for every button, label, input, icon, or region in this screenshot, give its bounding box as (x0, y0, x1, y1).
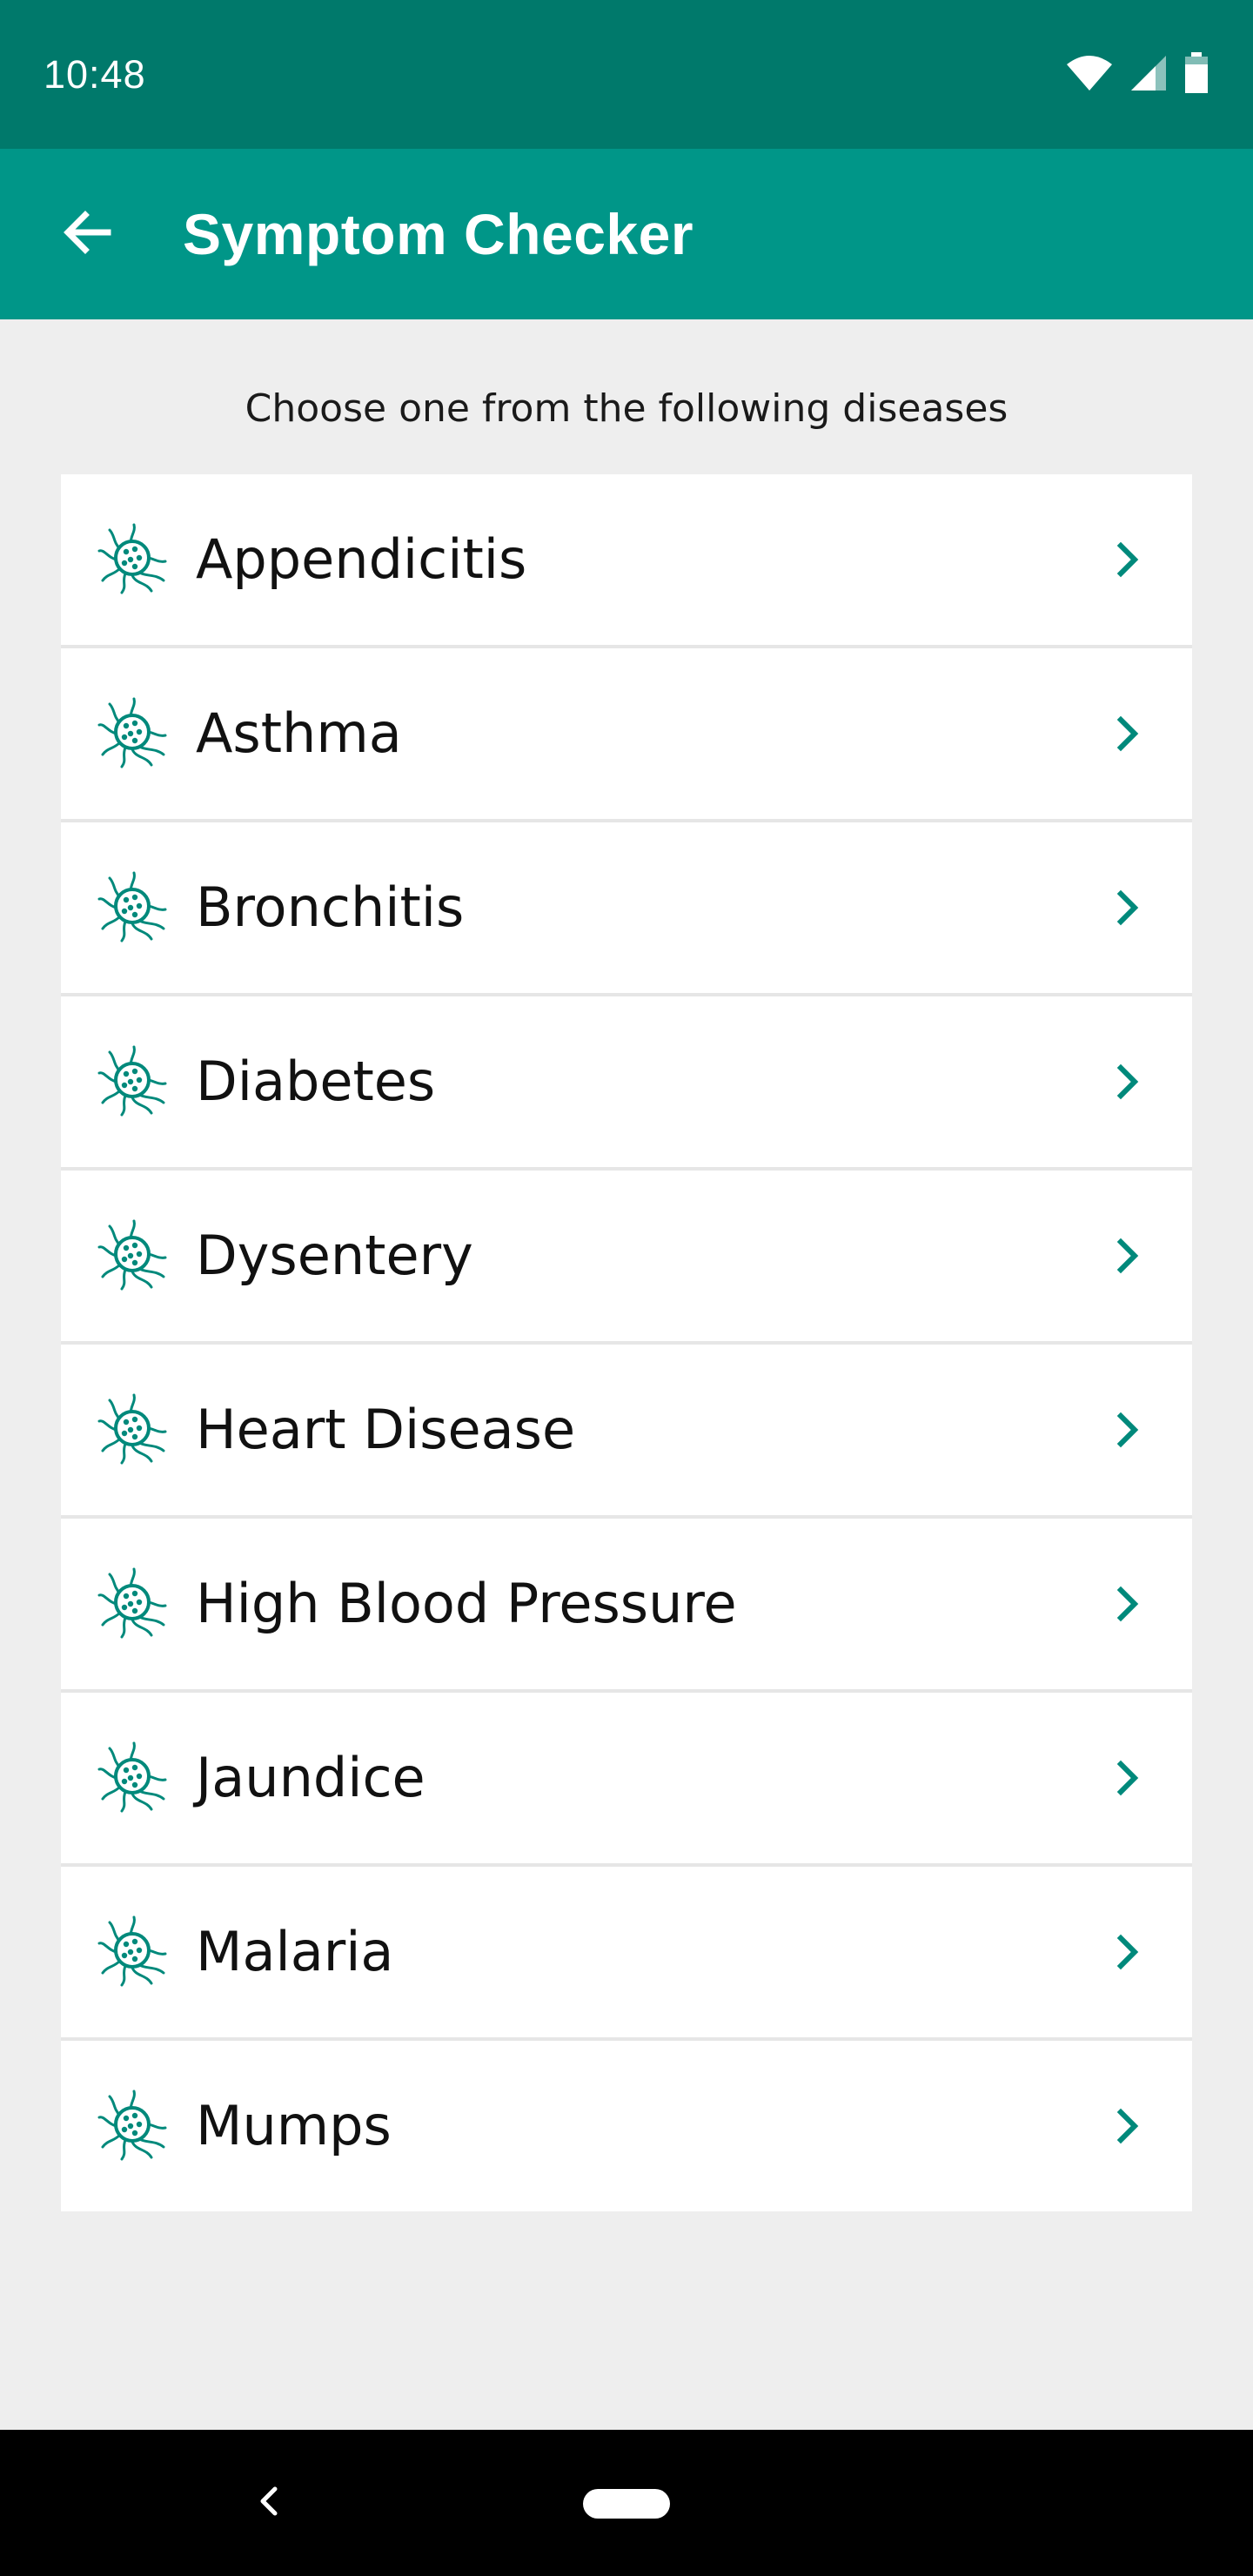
arrow-left-icon (61, 206, 113, 262)
app-bar: Symptom Checker (0, 149, 1253, 319)
list-item-label: High Blood Pressure (196, 1572, 737, 1635)
prompt-text: Choose one from the following diseases (245, 386, 1008, 431)
wifi-icon (1065, 54, 1114, 96)
list-item-label: Asthma (196, 701, 402, 765)
list-item[interactable]: Appendicitis (61, 474, 1192, 648)
list-item[interactable]: Jaundice (61, 1693, 1192, 1867)
battery-icon (1183, 52, 1209, 97)
chevron-right-icon (1105, 1581, 1150, 1627)
virus-icon (96, 1393, 169, 1466)
list-item[interactable]: Dysentery (61, 1171, 1192, 1345)
chevron-right-icon (1105, 885, 1150, 930)
virus-icon (96, 1045, 169, 1118)
list-item-label: Dysentery (196, 1224, 473, 1287)
status-bar: 10:48 (0, 0, 1253, 149)
list-item[interactable]: Malaria (61, 1867, 1192, 2041)
list-item[interactable]: High Blood Pressure (61, 1519, 1192, 1693)
list-item-label: Appendicitis (196, 527, 527, 591)
chevron-right-icon (1105, 1233, 1150, 1278)
list-item-label: Jaundice (196, 1746, 425, 1809)
list-item-label: Mumps (196, 2094, 392, 2157)
system-nav-bar (0, 2430, 1253, 2576)
list-item[interactable]: Bronchitis (61, 822, 1192, 996)
nav-back-button[interactable] (235, 2468, 305, 2538)
chevron-right-icon (1105, 537, 1150, 582)
virus-icon (96, 1915, 169, 1989)
disease-list: Appendicitis Asthma Bronchitis Diabetes … (61, 474, 1192, 2211)
chevron-right-icon (1105, 1929, 1150, 1975)
chevron-right-icon (1105, 1407, 1150, 1452)
status-time: 10:48 (44, 52, 146, 97)
list-item[interactable]: Diabetes (61, 996, 1192, 1171)
back-button[interactable] (35, 182, 139, 286)
chevron-right-icon (1105, 711, 1150, 756)
virus-icon (96, 1741, 169, 1815)
page-title: Symptom Checker (183, 202, 694, 266)
virus-icon (96, 1567, 169, 1640)
home-pill-icon[interactable] (583, 2489, 670, 2519)
nav-back-icon (252, 2484, 287, 2522)
list-item[interactable]: Mumps (61, 2041, 1192, 2211)
list-item-label: Diabetes (196, 1050, 436, 1113)
virus-icon (96, 871, 169, 944)
virus-icon (96, 523, 169, 596)
status-icons (1065, 52, 1209, 97)
list-item-label: Malaria (196, 1920, 394, 1983)
chevron-right-icon (1105, 2103, 1150, 2149)
list-item[interactable]: Asthma (61, 648, 1192, 822)
list-item-label: Bronchitis (196, 875, 465, 939)
chevron-right-icon (1105, 1755, 1150, 1801)
virus-icon (96, 697, 169, 770)
chevron-right-icon (1105, 1059, 1150, 1104)
cellular-signal-icon (1129, 54, 1168, 96)
list-item[interactable]: Heart Disease (61, 1345, 1192, 1519)
virus-icon (96, 1219, 169, 1292)
list-item-label: Heart Disease (196, 1398, 576, 1461)
virus-icon (96, 2090, 169, 2163)
